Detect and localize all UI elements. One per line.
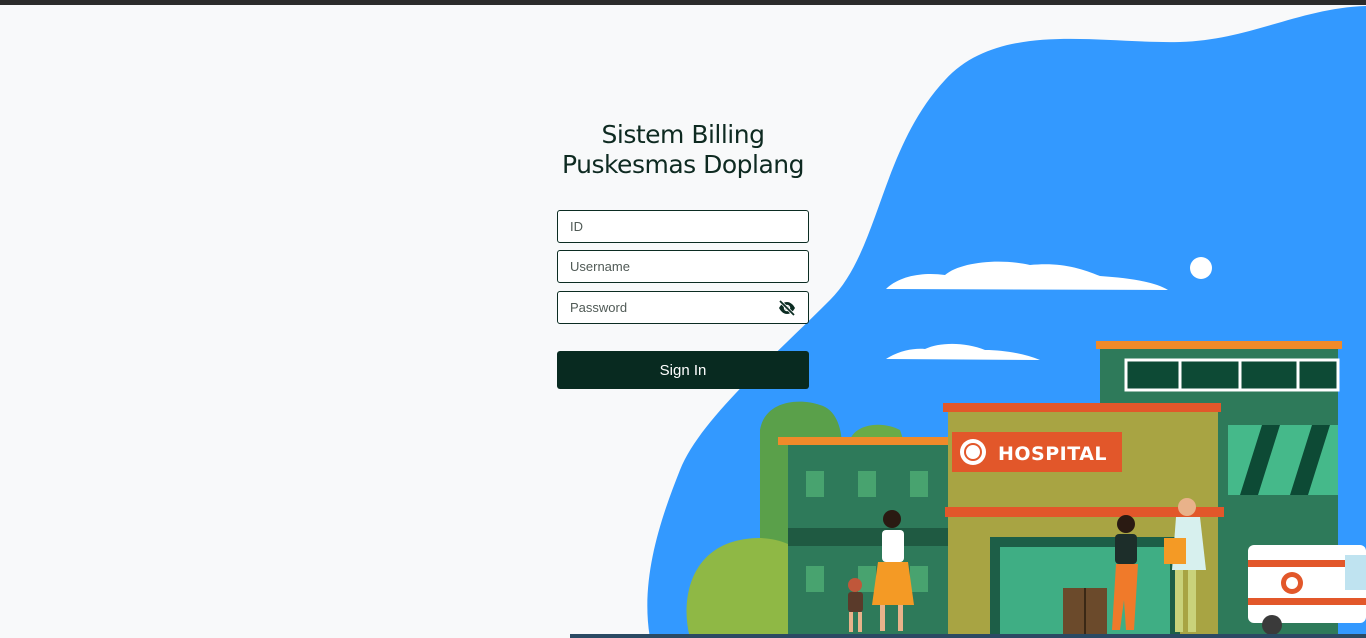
moon [1190,257,1212,279]
username-input[interactable] [558,251,808,282]
title-line-2: Puskesmas Doplang [561,150,805,179]
page-title: Sistem Billing Puskesmas Doplang [557,120,809,180]
login-form: Sistem Billing Puskesmas Doplang Sign In [557,120,809,389]
title-line-1: Sistem Billing [601,120,765,149]
sign-in-button[interactable]: Sign In [557,351,809,389]
password-input[interactable] [558,292,808,323]
password-field[interactable] [557,291,809,324]
username-field[interactable] [557,250,809,283]
eye-slash-icon[interactable] [778,300,796,316]
id-input[interactable] [558,211,808,242]
id-field[interactable] [557,210,809,243]
hospital-sign-text: HOSPITAL [998,443,1107,465]
